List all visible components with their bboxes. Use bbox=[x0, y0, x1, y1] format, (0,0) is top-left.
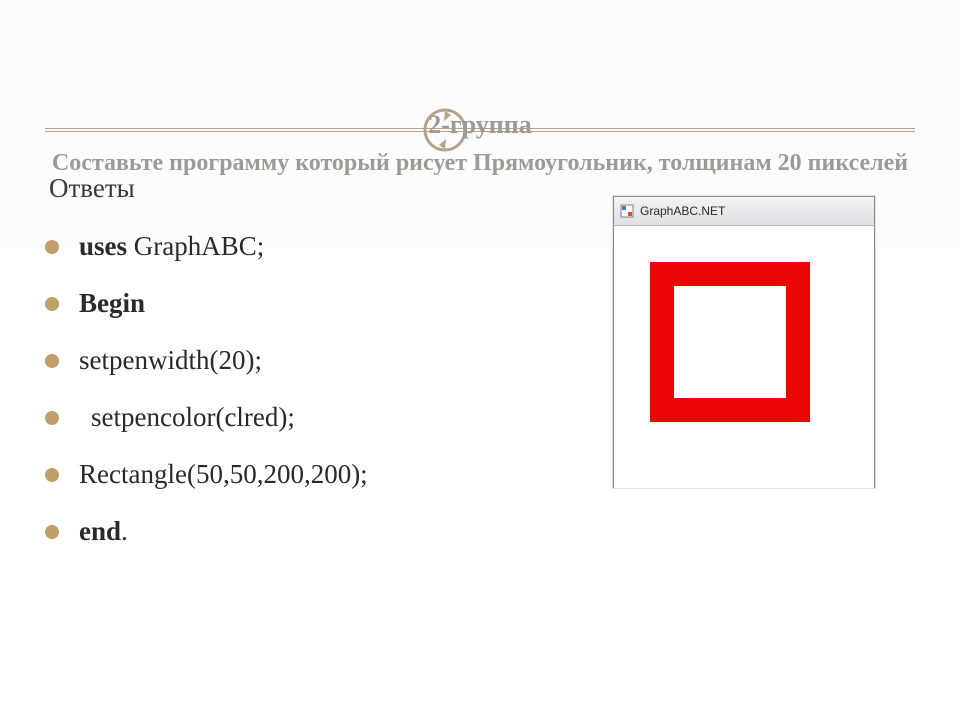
slide: 2-группа Составьте программу который рис… bbox=[0, 0, 960, 720]
code-text: . bbox=[121, 516, 128, 546]
code-text: setpencolor(clred); bbox=[79, 402, 295, 432]
code-text: GraphABC; bbox=[127, 231, 264, 261]
keyword: Begin bbox=[79, 288, 145, 318]
code-line: end. bbox=[45, 503, 915, 560]
graphabc-app-icon bbox=[620, 204, 634, 218]
window-titlebar: GraphABC.NET bbox=[614, 197, 874, 226]
keyword: end bbox=[79, 516, 121, 546]
drawn-rectangle bbox=[650, 262, 810, 422]
slide-title: 2-группа Составьте программу который рис… bbox=[45, 109, 915, 178]
graphabc-window: GraphABC.NET bbox=[613, 196, 875, 488]
code-text: Rectangle(50,50,200,200); bbox=[79, 459, 368, 489]
window-title: GraphABC.NET bbox=[640, 204, 725, 218]
keyword: uses bbox=[79, 231, 127, 261]
code-text: setpenwidth(20); bbox=[79, 345, 262, 375]
graphabc-canvas bbox=[614, 226, 874, 488]
slide-title-line1: 2-группа bbox=[45, 109, 915, 142]
